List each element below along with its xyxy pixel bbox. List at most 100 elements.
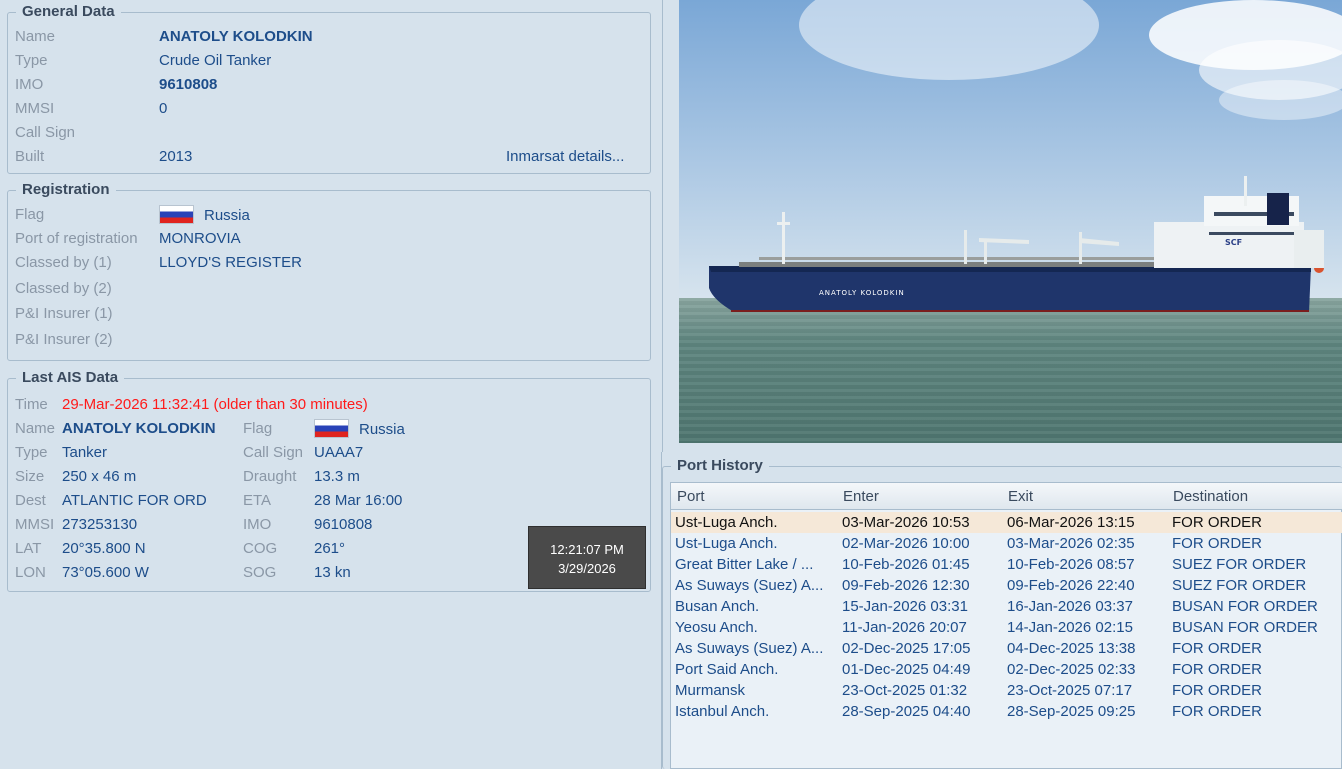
cell-port: Ust-Luga Anch.	[675, 535, 778, 552]
ais-name-value: ANATOLY KOLODKIN	[62, 420, 216, 437]
cell-enter: 15-Jan-2026 03:31	[842, 598, 968, 615]
table-row[interactable]: As Suways (Suez) A... 02-Dec-2025 17:05 …	[671, 638, 1342, 659]
tooltip-time: 12:21:07 PM	[550, 542, 624, 557]
cell-port: Yeosu Anch.	[675, 619, 758, 636]
cell-destination: SUEZ FOR ORDER	[1172, 577, 1307, 594]
hull-name-text: ANATOLY KOLODKIN	[819, 289, 905, 297]
built-label: Built	[15, 148, 45, 165]
cell-enter: 10-Feb-2026 01:45	[842, 556, 970, 573]
cell-enter: 02-Mar-2026 10:00	[842, 535, 970, 552]
port-of-registration-value: MONROVIA	[159, 230, 241, 247]
cell-port: Istanbul Anch.	[675, 703, 770, 720]
ais-imo-value: 9610808	[314, 516, 373, 533]
cell-exit: 04-Dec-2025 13:38	[1007, 640, 1136, 657]
ais-draught-label: Draught	[243, 468, 297, 485]
ais-time-value: 29-Mar-2026 11:32:41 (older than 30 minu…	[62, 396, 368, 413]
ais-size-value: 250 x 46 m	[62, 468, 137, 485]
ais-lon-value: 73°05.600 W	[62, 564, 149, 581]
cell-exit: 28-Sep-2025 09:25	[1007, 703, 1136, 720]
ais-lat-value: 20°35.800 N	[62, 540, 146, 557]
ais-mmsi-label: MMSI	[15, 516, 55, 533]
cell-destination: BUSAN FOR ORDER	[1172, 598, 1318, 615]
table-row[interactable]: Port Said Anch. 01-Dec-2025 04:49 02-Dec…	[671, 659, 1342, 680]
cell-enter: 09-Feb-2026 12:30	[842, 577, 970, 594]
ship-photo[interactable]: ANATOLY KOLODKIN SCF	[679, 0, 1342, 443]
callsign-label: Call Sign	[15, 124, 76, 141]
cell-enter: 01-Dec-2025 04:49	[842, 661, 971, 678]
vessel-name: ANATOLY KOLODKIN	[159, 28, 313, 45]
ais-flag-label: Flag	[243, 420, 273, 437]
cell-exit: 03-Mar-2026 02:35	[1007, 535, 1135, 552]
table-row[interactable]: Ust-Luga Anch. 02-Mar-2026 10:00 03-Mar-…	[671, 533, 1342, 554]
cell-exit: 10-Feb-2026 08:57	[1007, 556, 1135, 573]
column-header-exit[interactable]: Exit	[1002, 483, 1168, 510]
table-row[interactable]: Murmansk 23-Oct-2025 01:32 23-Oct-2025 0…	[671, 680, 1342, 701]
ais-lat-label: LAT	[15, 540, 42, 557]
flag-label: Flag	[15, 206, 45, 223]
general-data-group: General Data Name ANATOLY KOLODKIN Type …	[7, 3, 651, 174]
ais-flag-country: Russia	[359, 421, 405, 438]
ais-dest-value: ATLANTIC FOR ORD	[62, 492, 207, 509]
port-history-table[interactable]: Port Enter Exit Destination Ust-Luga Anc…	[670, 482, 1342, 769]
ais-dest-label: Dest	[15, 492, 46, 509]
ais-sog-label: SOG	[243, 564, 277, 581]
ais-data-legend: Last AIS Data	[16, 369, 125, 387]
classed-by-1-label: Classed by (1)	[15, 254, 112, 271]
cell-port: Port Said Anch.	[675, 661, 779, 678]
table-row[interactable]: Yeosu Anch. 11-Jan-2026 20:07 14-Jan-202…	[671, 617, 1342, 638]
ais-sog-value: 13 kn	[314, 564, 351, 581]
ais-name-label: Name	[15, 420, 56, 437]
ais-eta-label: ETA	[243, 492, 272, 509]
cell-exit: 06-Mar-2026 13:15	[1007, 514, 1135, 531]
registration-group: Registration Flag Russia Port of registr…	[7, 181, 651, 361]
type-label: Type	[15, 52, 48, 69]
ais-imo-label: IMO	[243, 516, 272, 533]
cell-port: Murmansk	[675, 682, 746, 699]
mmsi-value: 0	[159, 100, 168, 117]
classed-by-1-value: LLOYD'S REGISTER	[159, 254, 302, 271]
column-header-enter[interactable]: Enter	[837, 483, 1003, 510]
cell-port: As Suways (Suez) A...	[675, 577, 824, 594]
table-row[interactable]: Istanbul Anch. 28-Sep-2025 04:40 28-Sep-…	[671, 701, 1342, 722]
column-header-port[interactable]: Port	[671, 483, 838, 510]
table-row[interactable]: Great Bitter Lake / ... 10-Feb-2026 01:4…	[671, 554, 1342, 575]
cell-port: As Suways (Suez) A...	[675, 640, 824, 657]
cell-destination: FOR ORDER	[1172, 682, 1262, 699]
table-row[interactable]: As Suways (Suez) A... 09-Feb-2026 12:30 …	[671, 575, 1342, 596]
ais-mmsi-value: 273253130	[62, 516, 138, 533]
ais-type-value: Tanker	[62, 444, 108, 461]
registration-flag: Russia	[159, 205, 250, 226]
vessel-type: Crude Oil Tanker	[159, 52, 272, 69]
cell-exit: 23-Oct-2025 07:17	[1007, 682, 1133, 699]
cell-enter: 23-Oct-2025 01:32	[842, 682, 968, 699]
cell-destination: FOR ORDER	[1172, 535, 1262, 552]
name-label: Name	[15, 28, 56, 45]
ais-lon-label: LON	[15, 564, 46, 581]
ais-time-label: Time	[15, 396, 48, 413]
cell-exit: 09-Feb-2026 22:40	[1007, 577, 1135, 594]
cell-exit: 14-Jan-2026 02:15	[1007, 619, 1133, 636]
column-header-destination[interactable]: Destination	[1167, 483, 1342, 510]
table-row[interactable]: Ust-Luga Anch. 03-Mar-2026 10:53 06-Mar-…	[671, 512, 1342, 533]
ais-flag: Russia	[314, 419, 405, 440]
pi-insurer-2-label: P&I Insurer (2)	[15, 331, 113, 348]
time-tooltip: 12:21:07 PM 3/29/2026	[528, 526, 646, 589]
ais-callsign-value: UAAA7	[314, 444, 364, 461]
cell-destination: FOR ORDER	[1172, 661, 1262, 678]
cell-port: Busan Anch.	[675, 598, 760, 615]
cell-destination: FOR ORDER	[1172, 514, 1262, 531]
cell-enter: 02-Dec-2025 17:05	[842, 640, 971, 657]
cell-destination: BUSAN FOR ORDER	[1172, 619, 1318, 636]
port-of-registration-label: Port of registration	[15, 230, 138, 247]
cell-exit: 16-Jan-2026 03:37	[1007, 598, 1133, 615]
cell-destination: FOR ORDER	[1172, 640, 1262, 657]
inmarsat-details-link[interactable]: Inmarsat details...	[506, 147, 624, 167]
classed-by-2-label: Classed by (2)	[15, 280, 112, 297]
registration-legend: Registration	[16, 181, 116, 199]
ais-size-label: Size	[15, 468, 45, 485]
cell-destination: FOR ORDER	[1172, 703, 1262, 720]
cell-destination: SUEZ FOR ORDER	[1172, 556, 1307, 573]
cell-port: Great Bitter Lake / ...	[675, 556, 814, 573]
pi-insurer-1-label: P&I Insurer (1)	[15, 305, 113, 322]
table-row[interactable]: Busan Anch. 15-Jan-2026 03:31 16-Jan-202…	[671, 596, 1342, 617]
